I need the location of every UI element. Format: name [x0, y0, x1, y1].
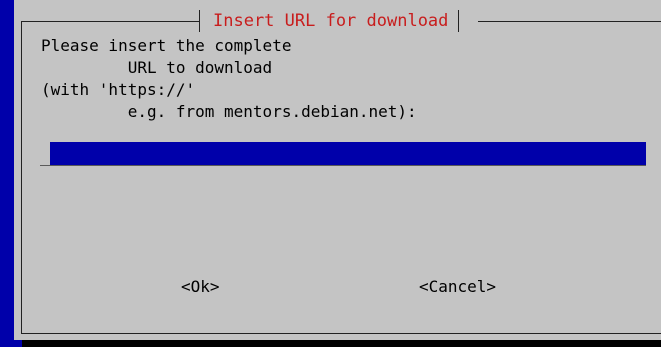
- dialog-prompt: Please insert the complete URL to downlo…: [41, 36, 417, 121]
- dialog-border-top-left: [21, 21, 200, 22]
- dialog-shadow: [22, 340, 661, 347]
- dialog-title: Insert URL for download: [213, 11, 449, 31]
- dialog-border-top-right: [478, 21, 661, 22]
- dialog-border-left: [21, 21, 22, 333]
- url-input[interactable]: [50, 142, 646, 165]
- input-underline: [40, 165, 646, 166]
- title-right-tee: [458, 10, 460, 32]
- terminal-screen: Insert URL for download Please insert th…: [0, 0, 661, 347]
- ok-button[interactable]: <Ok>: [181, 276, 220, 298]
- cancel-button[interactable]: <Cancel>: [419, 276, 496, 298]
- dialog-border-bottom: [21, 333, 661, 334]
- dialog-title-bar: Insert URL for download: [199, 10, 460, 32]
